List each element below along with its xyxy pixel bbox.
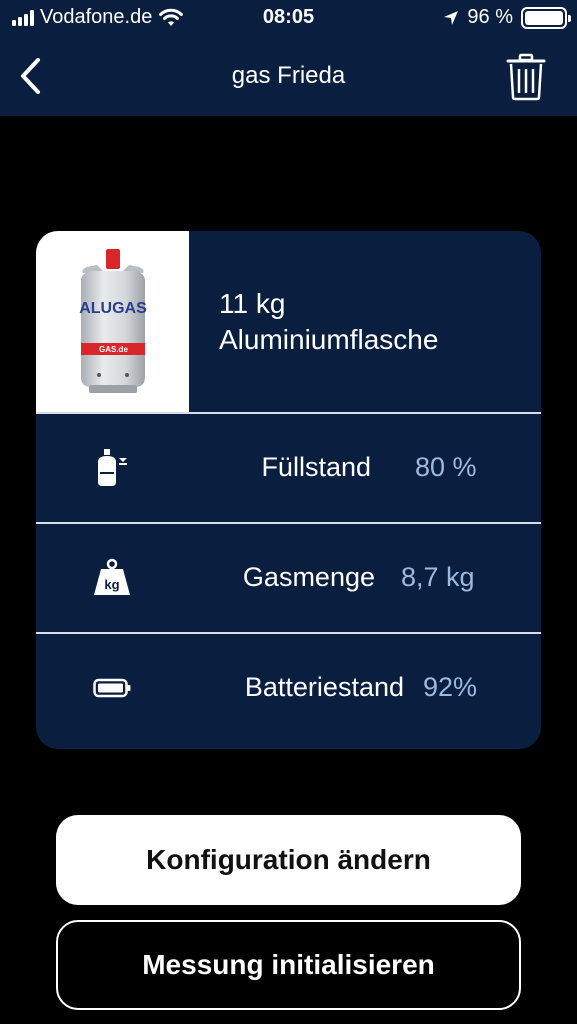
location-arrow-icon	[444, 10, 459, 25]
gas-amount-value: 8,7 kg	[401, 562, 475, 592]
bottle-description: 11 kg Aluminiumflasche	[219, 286, 438, 358]
metric-row-battery: Batteriestand 92%	[36, 634, 541, 742]
battery-level-value: 92%	[423, 672, 478, 702]
chevron-left-icon	[21, 58, 40, 94]
weight-kg-icon: kg	[92, 558, 132, 598]
gas-cylinder-icon	[92, 448, 132, 488]
bottle-brand-text: ALUGAS	[79, 300, 147, 317]
nav-bar: gas Frieda	[0, 44, 577, 108]
delete-button[interactable]	[503, 50, 549, 104]
battery-level-label: Batteriestand	[244, 672, 404, 702]
svg-text:kg: kg	[104, 577, 119, 592]
change-configuration-button[interactable]: Konfiguration ändern	[56, 815, 521, 905]
battery-icon	[92, 668, 132, 708]
gas-amount-label: Gasmenge	[242, 562, 375, 592]
bottle-type: Aluminiumflasche	[219, 324, 439, 355]
metric-row-fill-level: Füllstand 80 %	[36, 414, 541, 522]
initialize-measurement-button[interactable]: Messung initialisieren	[56, 920, 521, 1010]
trash-icon	[506, 53, 546, 101]
bottle-image: ALUGAS GAS.de	[36, 231, 189, 413]
bottle-size: 11 kg	[219, 288, 286, 319]
bottle-summary: ALUGAS GAS.de 11 kg Aluminiumflasche	[36, 231, 541, 413]
bottle-sub-text: GAS.de	[99, 345, 128, 354]
bottle-info-card: ALUGAS GAS.de 11 kg Aluminiumflasche Fül…	[36, 231, 541, 749]
battery-percent: 96 %	[467, 6, 513, 28]
gas-bottle-image: ALUGAS GAS.de	[79, 249, 147, 393]
fill-level-label: Füllstand	[261, 452, 371, 482]
back-button[interactable]	[10, 52, 50, 100]
status-battery-icon	[521, 6, 571, 29]
status-bar: Vodafone.de 08:05 96 %	[0, 0, 577, 38]
page-title: gas Frieda	[231, 62, 346, 89]
status-right: 96 %	[443, 6, 571, 29]
metric-row-gas-amount: kg Gasmenge 8,7 kg	[36, 524, 541, 632]
app-header: Vodafone.de 08:05 96 % gas Frieda	[0, 0, 577, 116]
fill-level-value: 80 %	[415, 452, 477, 482]
